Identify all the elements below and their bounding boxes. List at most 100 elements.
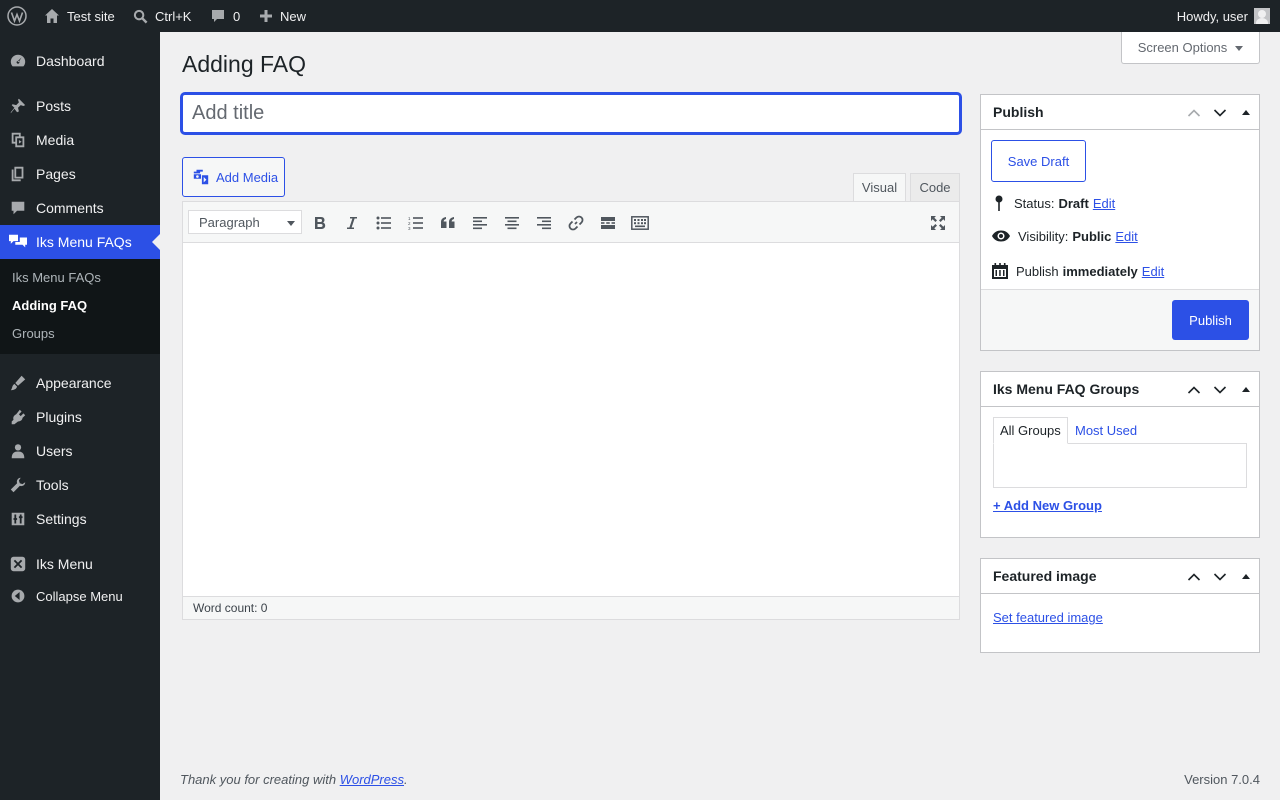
italic-icon[interactable] bbox=[339, 210, 365, 236]
sidebar-item-dashboard[interactable]: Dashboard bbox=[0, 44, 160, 78]
brush-icon bbox=[0, 374, 36, 392]
screen-options-button[interactable]: Screen Options bbox=[1121, 32, 1260, 64]
status-label: Status: bbox=[1014, 195, 1055, 211]
settings-icon bbox=[0, 510, 36, 528]
edit-visibility-link[interactable]: Edit bbox=[1115, 229, 1137, 244]
sidebar-item-appearance[interactable]: Appearance bbox=[0, 366, 160, 400]
collapse-menu-button[interactable]: Collapse Menu bbox=[0, 579, 160, 613]
move-down-icon[interactable] bbox=[1207, 95, 1233, 130]
publish-value: immediately bbox=[1062, 263, 1138, 279]
save-draft-button[interactable]: Save Draft bbox=[991, 140, 1086, 182]
word-count: Word count: 0 bbox=[183, 596, 959, 619]
sidebar-item-label: Media bbox=[36, 132, 75, 148]
submenu-item-iks-menu-faqs[interactable]: Iks Menu FAQs bbox=[12, 270, 101, 285]
blockquote-icon[interactable] bbox=[435, 210, 461, 236]
tab-visual[interactable]: Visual bbox=[853, 173, 906, 202]
sidebar-item-label: Iks Menu bbox=[36, 556, 93, 572]
sidebar-item-iks-menu[interactable]: Iks Menu bbox=[0, 547, 160, 581]
wrench-icon bbox=[0, 476, 36, 494]
eye-icon bbox=[991, 228, 1018, 244]
sidebar-item-label: Iks Menu FAQs bbox=[36, 234, 132, 250]
align-right-icon[interactable] bbox=[531, 210, 557, 236]
sidebar-item-users[interactable]: Users bbox=[0, 434, 160, 468]
toggle-panel-icon[interactable] bbox=[1233, 372, 1259, 407]
edit-status-link[interactable]: Edit bbox=[1093, 196, 1115, 211]
post-title-input[interactable] bbox=[181, 93, 961, 134]
plugin-icon bbox=[0, 408, 36, 426]
dashboard-icon bbox=[0, 52, 36, 70]
caret-down-icon bbox=[1235, 46, 1244, 51]
sidebar-item-label: Tools bbox=[36, 477, 69, 493]
tab-most-used[interactable]: Most Used bbox=[1069, 417, 1143, 444]
sidebar-item-plugins[interactable]: Plugins bbox=[0, 400, 160, 434]
set-featured-image-link[interactable]: Set featured image bbox=[993, 610, 1103, 625]
my-account-link[interactable]: Howdy, user bbox=[1177, 0, 1270, 32]
bulleted-list-icon[interactable] bbox=[371, 210, 397, 236]
editor-toolbar: Paragraph 123 bbox=[183, 202, 959, 243]
format-select[interactable]: Paragraph bbox=[188, 210, 302, 234]
svg-text:3: 3 bbox=[408, 226, 411, 230]
align-left-icon[interactable] bbox=[467, 210, 493, 236]
search-icon bbox=[133, 9, 155, 24]
move-down-icon[interactable] bbox=[1207, 559, 1233, 594]
wordpress-logo-icon[interactable] bbox=[7, 0, 29, 32]
groups-box-title: Iks Menu FAQ Groups bbox=[993, 381, 1140, 397]
sidebar-item-label: Appearance bbox=[36, 375, 112, 391]
featured-box-header: Featured image bbox=[981, 559, 1259, 594]
publish-button[interactable]: Publish bbox=[1172, 300, 1249, 340]
groups-checklist bbox=[993, 443, 1247, 488]
home-icon bbox=[44, 8, 67, 24]
numbered-list-icon[interactable]: 123 bbox=[403, 210, 429, 236]
plus-icon bbox=[259, 9, 280, 23]
pin-icon bbox=[991, 194, 1014, 212]
fullscreen-icon[interactable] bbox=[925, 210, 951, 236]
wordpress-link[interactable]: WordPress bbox=[340, 772, 404, 787]
format-select-value: Paragraph bbox=[199, 214, 260, 230]
tab-all-groups[interactable]: All Groups bbox=[993, 417, 1068, 444]
search-shortcut-label: Ctrl+K bbox=[155, 8, 192, 24]
footer-version: Version 7.0.4 bbox=[1184, 772, 1260, 787]
toolbar-toggle-icon[interactable] bbox=[627, 210, 653, 236]
new-label: New bbox=[280, 8, 307, 24]
sidebar-item-comments[interactable]: Comments bbox=[0, 191, 160, 225]
comments-link[interactable]: 0 bbox=[210, 0, 240, 32]
search-shortcut[interactable]: Ctrl+K bbox=[133, 0, 191, 32]
sidebar-item-settings[interactable]: Settings bbox=[0, 502, 160, 536]
sidebar-item-pages[interactable]: Pages bbox=[0, 157, 160, 191]
sidebar-item-media[interactable]: Media bbox=[0, 123, 160, 157]
align-center-icon[interactable] bbox=[499, 210, 525, 236]
site-name-link[interactable]: Test site bbox=[44, 0, 115, 32]
bold-icon[interactable] bbox=[307, 210, 333, 236]
sidebar-item-posts[interactable]: Posts bbox=[0, 89, 160, 123]
featured-box-title: Featured image bbox=[993, 568, 1097, 584]
submenu-item-adding-faq[interactable]: Adding FAQ bbox=[12, 298, 87, 313]
howdy-text: Howdy, user bbox=[1176, 8, 1248, 24]
read-more-icon[interactable] bbox=[595, 210, 621, 236]
move-up-icon[interactable] bbox=[1181, 95, 1207, 130]
add-new-group-link[interactable]: + Add New Group bbox=[993, 498, 1102, 513]
comment-icon bbox=[210, 8, 233, 24]
toggle-panel-icon[interactable] bbox=[1233, 95, 1259, 130]
sidebar-item-label: Users bbox=[36, 443, 73, 459]
tab-code[interactable]: Code bbox=[910, 173, 960, 202]
publish-box: Publish Save Draft Status: Draft Edit Vi… bbox=[980, 94, 1260, 351]
sidebar-item-tools[interactable]: Tools bbox=[0, 468, 160, 502]
publish-box-title: Publish bbox=[993, 104, 1044, 120]
sidebar-item-iks-menu-faqs[interactable]: Iks Menu FAQs bbox=[0, 225, 160, 259]
edit-schedule-link[interactable]: Edit bbox=[1142, 264, 1164, 279]
new-content-link[interactable]: New bbox=[259, 0, 306, 32]
move-up-icon[interactable] bbox=[1181, 559, 1207, 594]
move-up-icon[interactable] bbox=[1181, 372, 1207, 407]
add-media-button[interactable]: Add Media bbox=[182, 157, 285, 197]
toggle-panel-icon[interactable] bbox=[1233, 559, 1259, 594]
caret-down-icon bbox=[287, 221, 295, 226]
submenu-item-groups[interactable]: Groups bbox=[12, 326, 55, 341]
featured-image-box: Featured image Set featured image bbox=[980, 558, 1260, 653]
sidebar-item-label: Plugins bbox=[36, 409, 82, 425]
move-down-icon[interactable] bbox=[1207, 372, 1233, 407]
publish-actions: Publish bbox=[981, 289, 1259, 350]
link-icon[interactable] bbox=[563, 210, 589, 236]
faq-icon bbox=[0, 233, 36, 251]
visibility-value: Public bbox=[1072, 228, 1112, 244]
user-icon bbox=[0, 442, 36, 460]
